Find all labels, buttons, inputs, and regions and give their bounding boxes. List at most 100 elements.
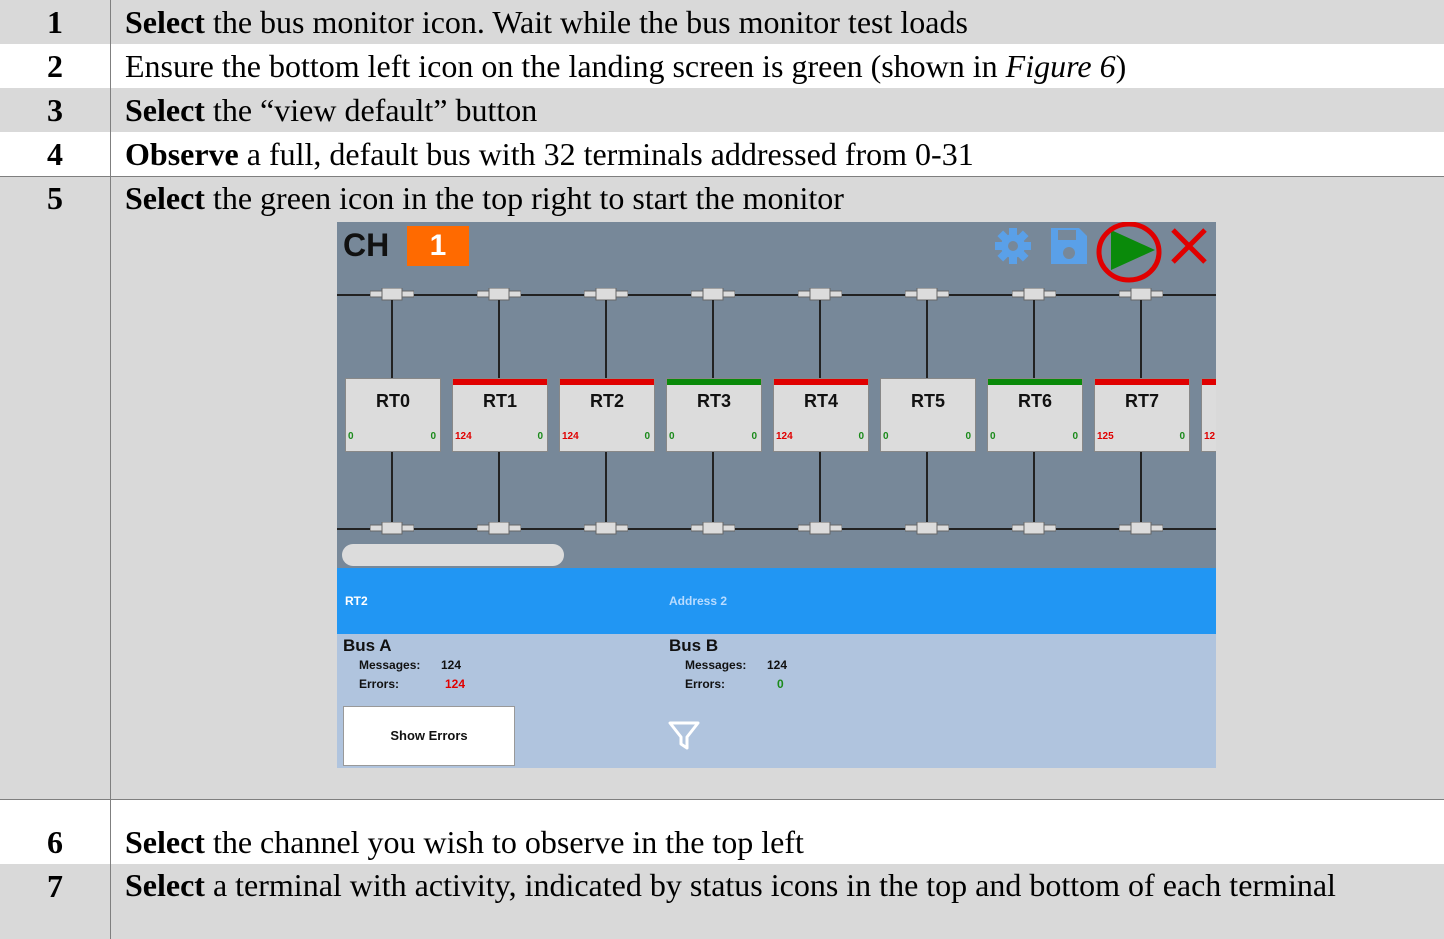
terminal-name: RT5 [910,391,945,411]
bus-stub [712,451,714,522]
terminal-count-right: 0 [1072,431,1078,442]
gear-icon[interactable] [991,226,1035,266]
terminal-count-left: 124 [562,431,579,442]
step-number: 6 [47,824,63,860]
bus-coupler [476,521,522,535]
row-divider [0,799,1444,800]
step-text: Select the “view default” button [125,92,538,128]
terminal-count-right: 0 [965,431,971,442]
step-text: Select a terminal with activity, indicat… [125,867,1336,903]
selected-terminal-address: Address 2 [669,594,728,608]
bus-coupler [1011,287,1057,301]
show-errors-button[interactable]: Show Errors [343,706,515,766]
save-icon[interactable] [1049,226,1089,266]
step-text: Observe a full, default bus with 32 term… [125,136,974,172]
step-row-7: 7 Select a terminal with activity, indic… [0,864,1444,939]
bus-stub [1033,300,1035,378]
bus-stub [712,300,714,378]
play-icon[interactable] [1093,222,1167,288]
bus-coupler [797,287,843,301]
terminal-count-left: 124 [776,431,793,442]
remote-terminal-8[interactable]: 12 [1201,378,1216,452]
remote-terminal-6[interactable]: RT6 0 0 [987,378,1083,452]
bus-coupler [1118,521,1164,535]
terminal-detail-header: RT2 Address 2 [337,568,1216,634]
remote-terminal-2[interactable]: RT2 124 0 [559,378,655,452]
terminal-count-right: 0 [644,431,650,442]
terminal-status-bar [988,379,1082,385]
step-text: Select the channel you wish to observe i… [125,824,804,860]
step-row-4: 4 Observe a full, default bus with 32 te… [0,132,1444,176]
remote-terminal-1[interactable]: RT1 124 0 [452,378,548,452]
channel-selector[interactable]: 1 [407,226,469,266]
bus-stub [498,451,500,522]
close-icon[interactable] [1167,226,1211,266]
terminal-count-right: 0 [537,431,543,442]
step-row-3: 3 Select the “view default” button [0,88,1444,132]
bus-stub [605,451,607,522]
step-row-1: 1 Select the bus monitor icon. Wait whil… [0,0,1444,44]
bus-coupler [369,521,415,535]
bus-stub [819,300,821,378]
filter-icon[interactable] [667,720,701,752]
step-row-2: 2 Ensure the bottom left icon on the lan… [0,44,1444,88]
bus-coupler [690,521,736,535]
bus-b-title: Bus B [669,636,719,655]
bus-monitor-screenshot: CH 1 RT0 0 0 RT1 124 0 RT2 124 0 RT3 0 0 RT4 124 0 RT5 0… [337,222,1216,768]
step-row-6: 6 Select the channel you wish to observe… [0,820,1444,864]
bus-stub [391,451,393,522]
bus-coupler [476,287,522,301]
terminal-name: RT3 [696,391,731,411]
terminal-count-right: 0 [1179,431,1185,442]
terminal-name: RT6 [1017,391,1052,411]
bus-coupler [690,287,736,301]
bus-b-messages: Messages: 124 [685,658,788,672]
terminal-detail-body: Bus A Messages: 124 Errors: 124 Bus B Me… [337,634,1216,768]
terminal-status-bar [774,379,868,385]
remote-terminal-4[interactable]: RT4 124 0 [773,378,869,452]
bus-stub [1033,451,1035,522]
bus-coupler [904,287,950,301]
terminal-count-left: 0 [883,431,889,442]
bus-coupler [797,521,843,535]
terminal-count-left: 0 [990,431,996,442]
remote-terminal-0[interactable]: RT0 0 0 [345,378,441,452]
step-text: Select the green icon in the top right t… [125,180,844,216]
bus-a-errors: Errors: 124 [359,677,466,691]
terminal-count-left: 125 [1097,431,1114,442]
step-number: 3 [47,92,63,128]
terminal-count-right: 0 [751,431,757,442]
remote-terminal-7[interactable]: RT7 125 0 [1094,378,1190,452]
remote-terminal-5[interactable]: RT5 0 0 [880,378,976,452]
bus-coupler [1118,287,1164,301]
terminal-status-bar [1095,379,1189,385]
terminal-count-right: 0 [430,431,436,442]
step-text: Select the bus monitor icon. Wait while … [125,4,968,40]
step-number: 4 [47,136,63,172]
terminal-status-bar [453,379,547,385]
bus-b-errors: Errors: 0 [685,677,784,691]
terminal-count-left: 12 [1204,431,1216,442]
terminal-name: RT2 [589,391,624,411]
terminal-status-bar [346,379,440,385]
bus-a-line [337,294,1216,296]
bus-coupler [369,287,415,301]
terminal-status-bar [881,379,975,385]
terminal-count-left: 124 [455,431,472,442]
bus-stub [819,451,821,522]
step-number: 1 [47,4,63,40]
bus-coupler [904,521,950,535]
terminal-count-left: 0 [348,431,354,442]
bus-coupler [583,287,629,301]
horizontal-scrollbar[interactable] [342,544,564,566]
terminal-name: RT7 [1124,391,1159,411]
bus-coupler [1011,521,1057,535]
bus-a-messages: Messages: 124 [359,658,462,672]
step-number: 5 [47,180,63,216]
terminal-count-left: 0 [669,431,675,442]
terminal-name: RT0 [375,391,410,411]
bus-stub [605,300,607,378]
remote-terminal-3[interactable]: RT3 0 0 [666,378,762,452]
bus-a-title: Bus A [343,636,392,655]
bus-b-line [337,528,1216,530]
